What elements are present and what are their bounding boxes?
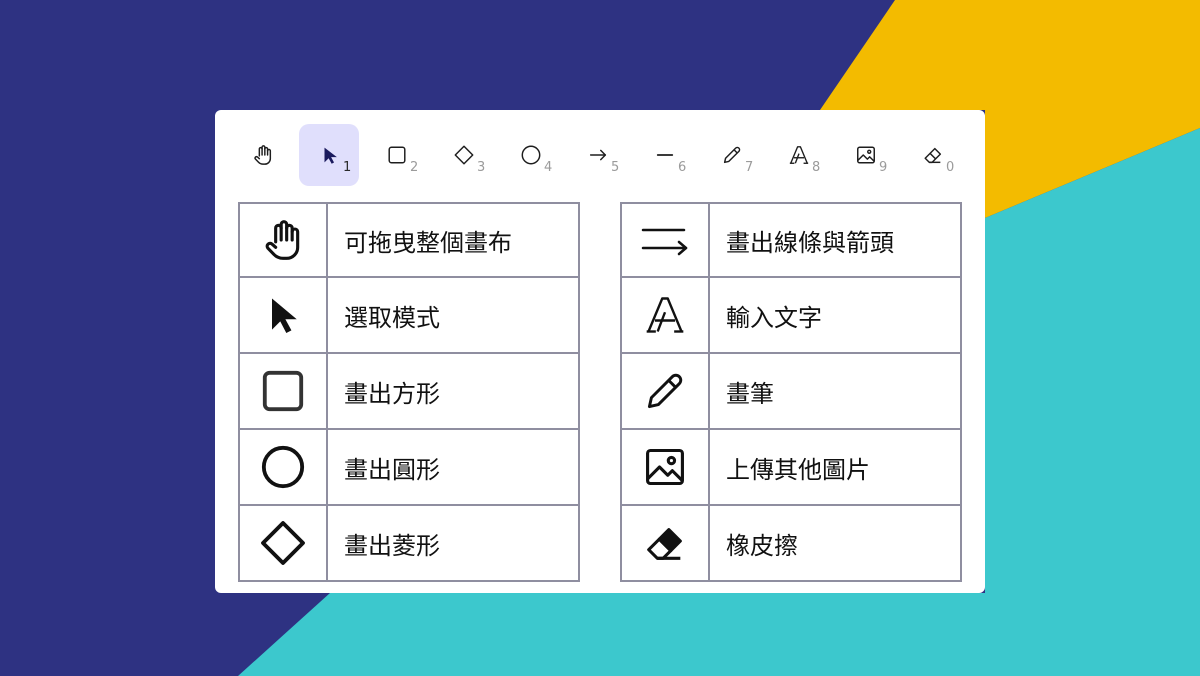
legend-label: 畫出方形: [326, 352, 580, 430]
tool-arrow-key: 5: [611, 160, 620, 175]
hand-icon: [254, 145, 272, 165]
tool-select-key: 1: [343, 160, 352, 175]
tool-line-key: 6: [678, 160, 687, 175]
tool-rectangle[interactable]: 2: [366, 124, 426, 186]
tool-line[interactable]: 6: [634, 124, 694, 186]
legend-table-right: 畫出線條與箭頭 輸入文字 畫筆 上傳其他圖片 橡皮擦: [620, 202, 962, 582]
tool-hand[interactable]: [232, 124, 292, 186]
line-icon: [656, 154, 674, 156]
legend-row: 畫出圓形: [238, 428, 580, 506]
legend-icon-cell: [620, 352, 710, 430]
text-icon: [646, 297, 684, 333]
legend-label: 可拖曳整個畫布: [326, 202, 580, 278]
tool-rectangle-key: 2: [410, 160, 419, 175]
tool-text[interactable]: 8: [768, 124, 828, 186]
tool-arrow[interactable]: 5: [567, 124, 627, 186]
legend-label: 畫筆: [708, 352, 962, 430]
square-icon: [262, 370, 304, 412]
arrow-icon: [589, 149, 607, 161]
tool-pencil-key: 7: [745, 160, 754, 175]
legend-icon-cell: [238, 202, 328, 278]
pencil-icon: [647, 373, 683, 409]
legend-label: 橡皮擦: [708, 504, 962, 582]
legend-icon-cell: [620, 428, 710, 506]
tool-image-key: 9: [879, 160, 888, 175]
tool-diamond-key: 3: [477, 160, 486, 175]
image-icon: [646, 448, 684, 486]
legend-row: 畫筆: [620, 352, 962, 430]
legend-label: 畫出線條與箭頭: [708, 202, 962, 278]
image-icon: [857, 146, 875, 164]
legend-icon-cell: [620, 276, 710, 354]
circle-icon: [521, 145, 541, 165]
tool-select[interactable]: 1: [299, 124, 359, 186]
legend-icon-cell: [238, 276, 328, 354]
legend-row: 畫出方形: [238, 352, 580, 430]
legend-icon-cell: [238, 428, 328, 506]
legend-row: 上傳其他圖片: [620, 428, 962, 506]
cursor-icon: [272, 298, 297, 333]
diamond-icon: [454, 145, 474, 165]
legend-label: 輸入文字: [708, 276, 962, 354]
toolbar: 1 2 3 4 5 6 7 8 9 0: [230, 124, 970, 186]
tool-eraser[interactable]: 0: [902, 124, 962, 186]
legend-row: 橡皮擦: [620, 504, 962, 582]
tool-text-key: 8: [812, 160, 821, 175]
pencil-icon: [723, 146, 741, 164]
eraser-icon: [647, 528, 682, 560]
legend-icon-cell: [620, 504, 710, 582]
eraser-icon: [924, 147, 942, 164]
legend-icon-cell: [620, 202, 710, 278]
text-icon: [789, 146, 809, 164]
tool-ellipse[interactable]: 4: [500, 124, 560, 186]
cursor-icon: [324, 147, 337, 164]
legend-row: 輸入文字: [620, 276, 962, 354]
hand-icon: [265, 220, 300, 260]
legend-icon-cell: [238, 504, 328, 582]
tool-pencil[interactable]: 7: [701, 124, 761, 186]
legend-icon-cell: [238, 352, 328, 430]
legend-row: 可拖曳整個畫布: [238, 202, 580, 278]
legend-row: 畫出菱形: [238, 504, 580, 582]
legend-label: 畫出菱形: [326, 504, 580, 582]
legend-row: 畫出線條與箭頭: [620, 202, 962, 278]
line-arrow-icon: [641, 228, 688, 256]
legend-label: 畫出圓形: [326, 428, 580, 506]
tool-ellipse-key: 4: [544, 160, 553, 175]
legend-table-left: 可拖曳整個畫布 選取模式 畫出方形 畫出圓形 畫出菱形: [238, 202, 580, 582]
legend-label: 上傳其他圖片: [708, 428, 962, 506]
legend-label: 選取模式: [326, 276, 580, 354]
circle-icon: [261, 445, 305, 489]
tool-image[interactable]: 9: [835, 124, 895, 186]
square-icon: [388, 146, 406, 164]
legend-row: 選取模式: [238, 276, 580, 354]
diamond-icon: [261, 521, 305, 565]
tool-eraser-key: 0: [946, 160, 955, 175]
tool-diamond[interactable]: 3: [433, 124, 493, 186]
